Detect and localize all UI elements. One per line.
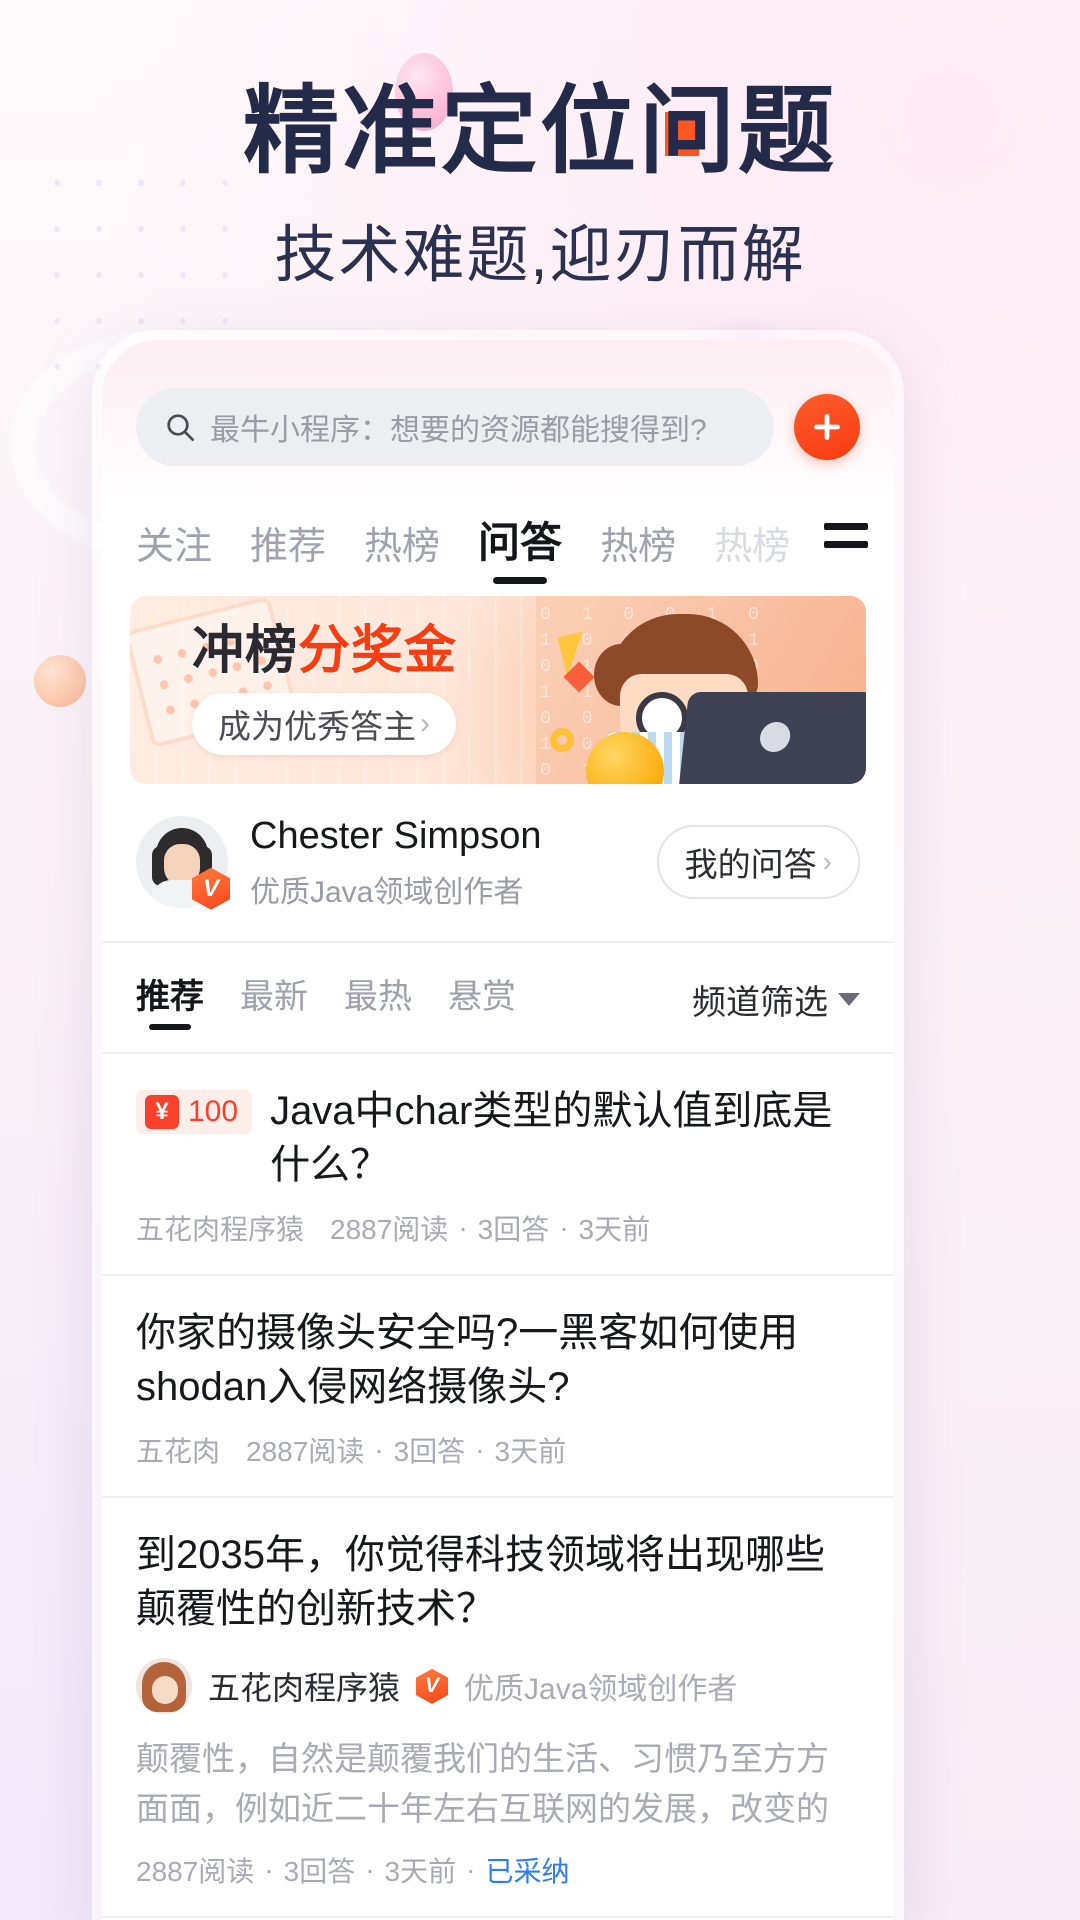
- question-feed: ¥ 100 Java中char类型的默认值到底是什么？ 五花肉程序猿 2887阅…: [102, 1054, 894, 1920]
- tab-rebang-1[interactable]: 热榜: [364, 515, 440, 584]
- filter-tab-tuijian[interactable]: 推荐: [136, 969, 204, 1030]
- banner-title: 冲榜分奖金: [192, 625, 457, 677]
- laptop-icon: [679, 692, 866, 784]
- filter-tab-zuire[interactable]: 最热: [344, 969, 412, 1030]
- question-answers: 3回答: [393, 1436, 466, 1468]
- question-answers: 3回答: [283, 1856, 356, 1888]
- tab-tuijian[interactable]: 推荐: [250, 515, 326, 584]
- tab-rebang-2[interactable]: 热榜: [600, 515, 676, 584]
- promo-headline-accent: 问: [639, 78, 738, 185]
- my-qa-button[interactable]: 我的问答 ›: [656, 824, 860, 899]
- search-row: 最牛小程序：想要的资源都能搜得到?: [102, 340, 894, 480]
- phone-frame: 最牛小程序：想要的资源都能搜得到? 关注 推荐 热榜 问答 热榜 热榜 冲榜分奖…: [92, 330, 904, 1920]
- promo-headline-part1: 精准定: [243, 78, 540, 185]
- chevron-right-icon: ›: [420, 707, 430, 740]
- question-time: 3天前: [494, 1436, 567, 1468]
- chevron-down-icon: [838, 993, 860, 1007]
- plus-icon: [814, 414, 840, 440]
- question-author-row[interactable]: 五花肉程序猿 V 优质Java领域创作者: [136, 1658, 860, 1715]
- list-item[interactable]: 到2035年，你觉得科技领域将出现哪些颠覆性的创新技术？ 五花肉程序猿 V 优质…: [102, 1498, 894, 1919]
- filter-tab-zuixin[interactable]: 最新: [240, 969, 308, 1030]
- promo-headline: 精准定位问题: [0, 78, 1080, 186]
- question-time: 3天前: [384, 1856, 457, 1888]
- question-title[interactable]: 你家的摄像头安全吗?一黑客如何使用shodan入侵网络摄像头?: [136, 1306, 860, 1414]
- question-author-title: 优质Java领域创作者: [464, 1673, 738, 1707]
- bounty-badge: ¥ 100: [136, 1090, 253, 1135]
- creator-name: Chester Simpson: [250, 815, 542, 857]
- verified-badge-icon: V: [416, 1668, 449, 1704]
- search-icon: [167, 414, 194, 441]
- meta-separator: ·: [466, 1854, 476, 1886]
- question-title-row: 你家的摄像头安全吗?一黑客如何使用shodan入侵网络摄像头?: [136, 1306, 860, 1414]
- meta-separator: ·: [264, 1854, 274, 1886]
- filter-tabs: 推荐 最新 最热 悬赏: [136, 969, 692, 1030]
- channel-tabs: 关注 推荐 热榜 问答 热榜 热榜: [102, 480, 894, 584]
- bounty-amount: 100: [188, 1095, 239, 1129]
- list-item[interactable]: ¥ 100 Java中char类型的默认值到底是什么？ 五花肉程序猿 2887阅…: [102, 1054, 894, 1277]
- banner-cta-button[interactable]: 成为优秀答主 ›: [192, 693, 456, 755]
- creator-row: V Chester Simpson 优质Java领域创作者 我的问答 ›: [102, 784, 894, 944]
- channel-filter-label: 频道筛选: [692, 984, 828, 1023]
- tab-rebang-3[interactable]: 热榜: [714, 515, 790, 584]
- question-preview: 颠覆性，自然是颠覆我们的生活、习惯乃至方方面面，例如近二十年左右互联网的发展，改…: [136, 1740, 829, 1827]
- add-post-button[interactable]: [794, 394, 860, 460]
- hamburger-icon: [824, 522, 868, 548]
- decorative-peach-ball: [34, 655, 86, 707]
- question-author: 五花肉: [136, 1436, 221, 1468]
- chevron-right-icon: ›: [822, 845, 832, 877]
- meta-separator: ·: [458, 1212, 468, 1244]
- creator-meta: Chester Simpson 优质Java领域创作者: [250, 812, 635, 911]
- question-meta: 五花肉 2887阅读 · 3回答 · 3天前: [136, 1430, 860, 1470]
- creator-avatar-wrap[interactable]: V: [136, 815, 230, 910]
- channel-tabs-more-button[interactable]: [798, 498, 894, 572]
- search-input[interactable]: 最牛小程序：想要的资源都能搜得到?: [136, 388, 774, 466]
- accepted-badge: 已采纳: [485, 1856, 570, 1888]
- creator-title: 优质Java领域创作者: [250, 876, 524, 910]
- channel-filter-dropdown[interactable]: 频道筛选: [692, 975, 860, 1024]
- question-reads: 2887阅读: [246, 1436, 365, 1468]
- meta-separator: ·: [475, 1434, 485, 1466]
- tab-wenda[interactable]: 问答: [478, 509, 562, 584]
- avatar-face: [152, 1676, 178, 1705]
- banner-title-orange: 分奖金: [298, 622, 458, 680]
- phone-screen: 最牛小程序：想要的资源都能搜得到? 关注 推荐 热榜 问答 热榜 热榜 冲榜分奖…: [102, 340, 894, 1920]
- banner-title-dark: 冲榜: [192, 622, 299, 680]
- meta-separator: ·: [365, 1854, 375, 1886]
- question-reads: 2887阅读: [136, 1856, 255, 1888]
- question-reads: 2887阅读: [330, 1214, 449, 1246]
- question-time: 3天前: [578, 1214, 651, 1246]
- filter-tab-xuanshang[interactable]: 悬赏: [448, 969, 516, 1030]
- tab-guanzhu[interactable]: 关注: [136, 515, 212, 584]
- banner-left: 冲榜分奖金 成为优秀答主 ›: [130, 625, 457, 755]
- avatar: [136, 1658, 192, 1715]
- promo-headline-part2: 位: [540, 78, 639, 185]
- promo-subheadline: 技术难题,迎刃而解: [274, 220, 806, 290]
- filter-row: 推荐 最新 最热 悬赏 频道筛选: [102, 943, 894, 1055]
- promo-banner[interactable]: 冲榜分奖金 成为优秀答主 › 0 1 0 0 1 01 0 1 1 0 10 1…: [130, 596, 866, 784]
- question-title-row: ¥ 100 Java中char类型的默认值到底是什么？: [136, 1084, 860, 1192]
- yen-icon: ¥: [145, 1095, 179, 1130]
- banner-cta-label: 成为优秀答主: [218, 708, 416, 745]
- question-author: 五花肉程序猿: [136, 1214, 305, 1246]
- list-item[interactable]: 你家的摄像头安全吗?一黑客如何使用shodan入侵网络摄像头? 五花肉 2887…: [102, 1276, 894, 1499]
- my-qa-label: 我的问答: [684, 845, 817, 883]
- question-title[interactable]: 到2035年，你觉得科技领域将出现哪些颠覆性的创新技术？: [136, 1528, 860, 1636]
- promo-headline-block: 精准定位问题 技术难题,迎刃而解: [0, 78, 1080, 294]
- promo-headline-part3: 题: [738, 78, 837, 185]
- question-title-row: 到2035年，你觉得科技领域将出现哪些颠覆性的创新技术？: [136, 1528, 860, 1636]
- meta-separator: ·: [559, 1212, 569, 1244]
- question-author: 五花肉程序猿: [208, 1670, 401, 1707]
- banner-illustration: 0 1 0 0 1 01 0 1 1 0 10 1 1 0 1 01 1 0 1…: [536, 596, 866, 784]
- question-answers: 3回答: [477, 1214, 550, 1246]
- question-title[interactable]: Java中char类型的默认值到底是什么？: [270, 1084, 860, 1192]
- question-meta: 五花肉程序猿 2887阅读 · 3回答 · 3天前: [136, 1208, 860, 1248]
- search-placeholder: 最牛小程序：想要的资源都能搜得到?: [210, 414, 707, 447]
- meta-separator: ·: [374, 1434, 384, 1466]
- question-meta: 2887阅读 · 3回答 · 3天前 · 已采纳: [136, 1850, 860, 1890]
- banner-small-coin-icon: [550, 728, 574, 752]
